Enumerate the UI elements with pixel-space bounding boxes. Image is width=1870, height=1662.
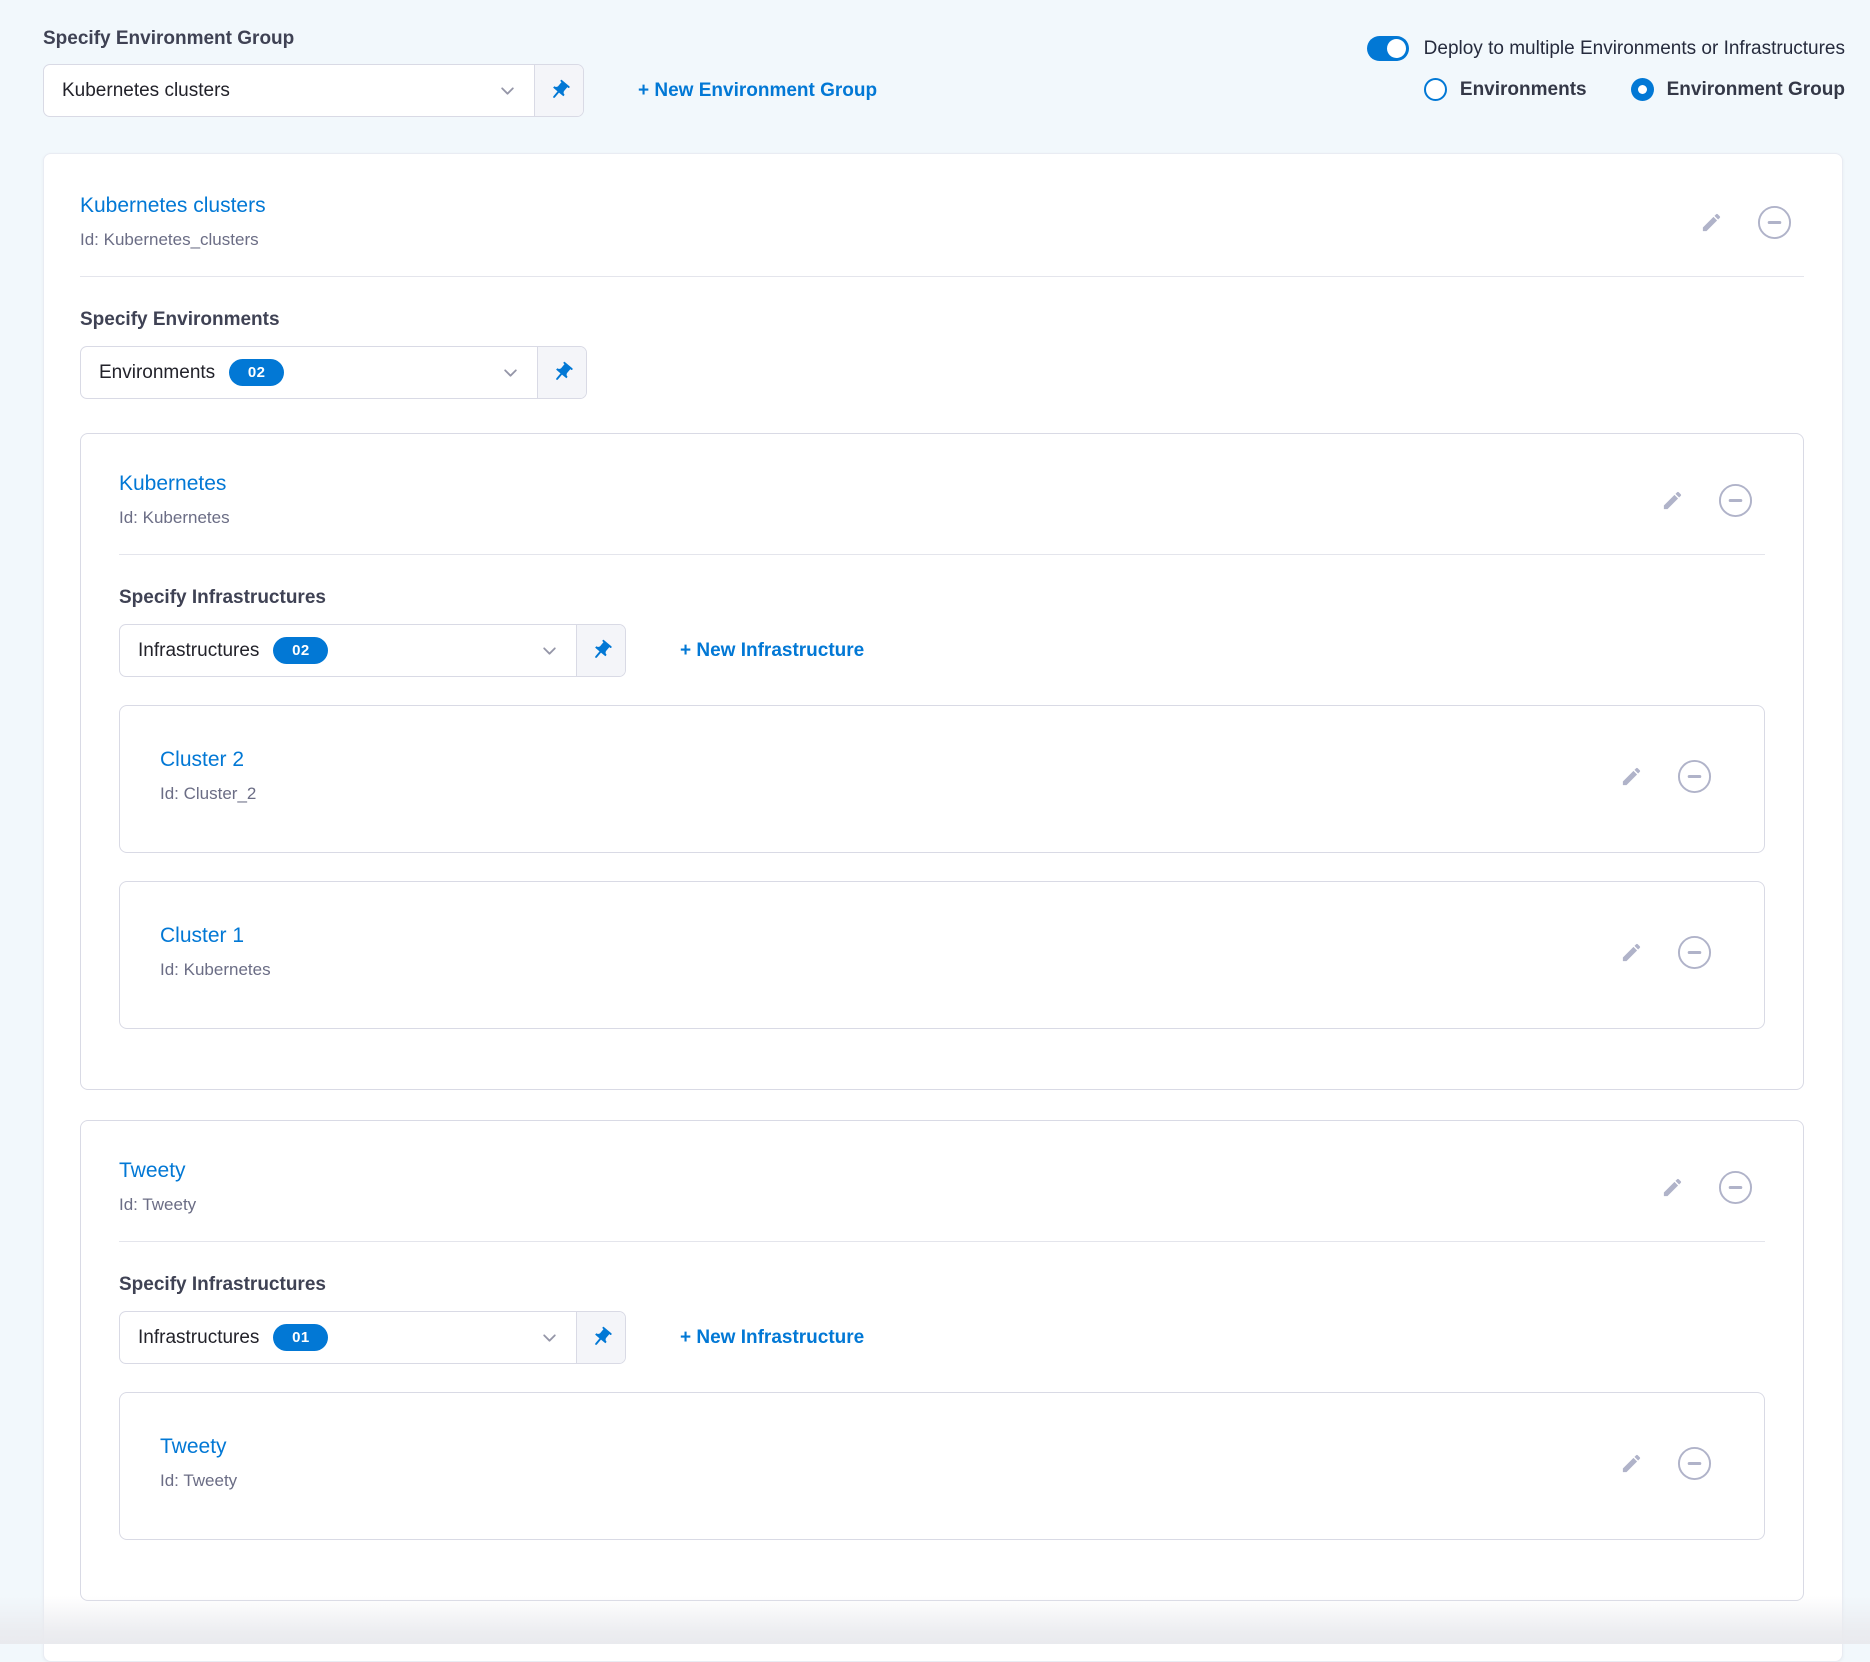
remove-infrastructure-button[interactable] bbox=[1677, 1446, 1712, 1481]
infrastructure-card: Tweety Id: Tweety bbox=[119, 1392, 1765, 1540]
specify-environments-label: Specify Environments bbox=[80, 309, 1804, 331]
deploy-toggle-label: Deploy to multiple Environments or Infra… bbox=[1424, 38, 1845, 60]
edit-pencil-icon bbox=[1661, 489, 1684, 512]
env-group-select: Kubernetes clusters bbox=[43, 64, 584, 117]
remove-env-group-button[interactable] bbox=[1757, 205, 1792, 240]
new-infrastructure-link[interactable]: + New Infrastructure bbox=[680, 1327, 864, 1349]
toggle-knob bbox=[1387, 39, 1406, 58]
infrastructures-select-value: Infrastructures bbox=[138, 1327, 259, 1349]
divider bbox=[80, 276, 1804, 277]
divider bbox=[119, 554, 1765, 555]
environment-card-heading: Tweety Id: Tweety bbox=[119, 1159, 196, 1215]
environment-card-id: Id: Tweety bbox=[119, 1195, 196, 1215]
environments-select: Environments 02 bbox=[80, 346, 587, 399]
infrastructure-card-title: Tweety bbox=[160, 1435, 237, 1459]
radio-environment-group-circle bbox=[1631, 78, 1654, 101]
infrastructures-select-field[interactable]: Infrastructures 02 bbox=[120, 625, 576, 676]
infrastructures-select-value: Infrastructures bbox=[138, 640, 259, 662]
edit-infrastructure-button[interactable] bbox=[1620, 941, 1643, 964]
chevron-down-icon bbox=[499, 82, 516, 99]
chevron-down-icon bbox=[541, 1329, 558, 1346]
pin-button[interactable] bbox=[537, 347, 586, 398]
remove-infrastructure-button[interactable] bbox=[1677, 759, 1712, 794]
infrastructures-count-badge: 01 bbox=[273, 1324, 328, 1351]
pin-icon bbox=[590, 639, 613, 662]
infrastructure-card: Cluster 2 Id: Cluster_2 bbox=[119, 705, 1765, 853]
edit-pencil-icon bbox=[1661, 1176, 1684, 1199]
radio-environment-group-label: Environment Group bbox=[1667, 79, 1845, 101]
infrastructure-card-id: Id: Cluster_2 bbox=[160, 784, 256, 804]
radio-environments[interactable]: Environments bbox=[1424, 78, 1587, 101]
top-bar: Specify Environment Group Kubernetes clu… bbox=[0, 0, 1870, 117]
chevron-down-icon bbox=[502, 364, 519, 381]
pin-button[interactable] bbox=[576, 1312, 625, 1363]
edit-env-group-button[interactable] bbox=[1700, 211, 1723, 234]
pin-icon bbox=[548, 79, 571, 102]
environment-card-heading: Kubernetes Id: Kubernetes bbox=[119, 472, 230, 528]
infrastructure-card-heading: Cluster 1 Id: Kubernetes bbox=[160, 924, 271, 980]
infrastructures-count-badge: 02 bbox=[273, 637, 328, 664]
chevron-down-icon bbox=[541, 642, 558, 659]
environment-card: Kubernetes Id: Kubernetes Specify Infras… bbox=[80, 433, 1804, 1090]
new-infrastructure-link[interactable]: + New Infrastructure bbox=[680, 640, 864, 662]
edit-infrastructure-button[interactable] bbox=[1620, 765, 1643, 788]
divider bbox=[119, 1241, 1765, 1242]
radio-environment-group[interactable]: Environment Group bbox=[1631, 78, 1845, 101]
infrastructure-card-title: Cluster 1 bbox=[160, 924, 271, 948]
remove-minus-circle-icon bbox=[1677, 759, 1712, 794]
remove-minus-circle-icon bbox=[1757, 205, 1792, 240]
environment-group-card: Kubernetes clusters Id: Kubernetes_clust… bbox=[43, 153, 1843, 1662]
pin-icon bbox=[551, 361, 574, 384]
remove-minus-circle-icon bbox=[1718, 483, 1753, 518]
edit-pencil-icon bbox=[1620, 765, 1643, 788]
infrastructure-card-title: Cluster 2 bbox=[160, 748, 256, 772]
remove-infrastructure-button[interactable] bbox=[1677, 935, 1712, 970]
edit-pencil-icon bbox=[1700, 211, 1723, 234]
infrastructure-card-id: Id: Tweety bbox=[160, 1471, 237, 1491]
specify-env-group-label: Specify Environment Group bbox=[43, 28, 877, 50]
pin-button[interactable] bbox=[576, 625, 625, 676]
infrastructures-select: Infrastructures 02 bbox=[119, 624, 626, 677]
infrastructure-card-heading: Tweety Id: Tweety bbox=[160, 1435, 237, 1491]
environment-card-title: Tweety bbox=[119, 1159, 196, 1183]
environment-card-id: Id: Kubernetes bbox=[119, 508, 230, 528]
environments-count-badge: 02 bbox=[229, 359, 284, 386]
infrastructure-card: Cluster 1 Id: Kubernetes bbox=[119, 881, 1765, 1029]
edit-environment-button[interactable] bbox=[1661, 1176, 1684, 1199]
radio-environments-label: Environments bbox=[1460, 79, 1587, 101]
infrastructure-card-id: Id: Kubernetes bbox=[160, 960, 271, 980]
environments-select-field[interactable]: Environments 02 bbox=[81, 347, 537, 398]
env-group-card-id: Id: Kubernetes_clusters bbox=[80, 230, 266, 250]
remove-environment-button[interactable] bbox=[1718, 1170, 1753, 1205]
infrastructures-select: Infrastructures 01 bbox=[119, 1311, 626, 1364]
remove-minus-circle-icon bbox=[1677, 1446, 1712, 1481]
infrastructures-select-field[interactable]: Infrastructures 01 bbox=[120, 1312, 576, 1363]
env-group-picker: Specify Environment Group Kubernetes clu… bbox=[43, 28, 877, 117]
specify-infrastructures-label: Specify Infrastructures bbox=[119, 587, 1765, 609]
deploy-multiple-toggle[interactable] bbox=[1367, 36, 1409, 61]
new-environment-group-link[interactable]: + New Environment Group bbox=[638, 80, 877, 102]
edit-infrastructure-button[interactable] bbox=[1620, 1452, 1643, 1475]
pin-icon bbox=[590, 1326, 613, 1349]
remove-minus-circle-icon bbox=[1677, 935, 1712, 970]
specify-infrastructures-label: Specify Infrastructures bbox=[119, 1274, 1765, 1296]
env-group-select-value: Kubernetes clusters bbox=[62, 80, 499, 102]
radio-environments-circle bbox=[1424, 78, 1447, 101]
infrastructure-card-heading: Cluster 2 Id: Cluster_2 bbox=[160, 748, 256, 804]
edit-environment-button[interactable] bbox=[1661, 489, 1684, 512]
remove-minus-circle-icon bbox=[1718, 1170, 1753, 1205]
edit-pencil-icon bbox=[1620, 941, 1643, 964]
env-group-card-title: Kubernetes clusters bbox=[80, 194, 266, 218]
deploy-options: Deploy to multiple Environments or Infra… bbox=[1367, 28, 1845, 101]
env-group-card-heading: Kubernetes clusters Id: Kubernetes_clust… bbox=[80, 194, 266, 250]
environment-card-title: Kubernetes bbox=[119, 472, 230, 496]
environments-select-value: Environments bbox=[99, 362, 215, 384]
edit-pencil-icon bbox=[1620, 1452, 1643, 1475]
pin-button[interactable] bbox=[534, 65, 583, 116]
environment-card: Tweety Id: Tweety Specify Infrastructure… bbox=[80, 1120, 1804, 1601]
remove-environment-button[interactable] bbox=[1718, 483, 1753, 518]
env-group-select-field[interactable]: Kubernetes clusters bbox=[44, 65, 534, 116]
